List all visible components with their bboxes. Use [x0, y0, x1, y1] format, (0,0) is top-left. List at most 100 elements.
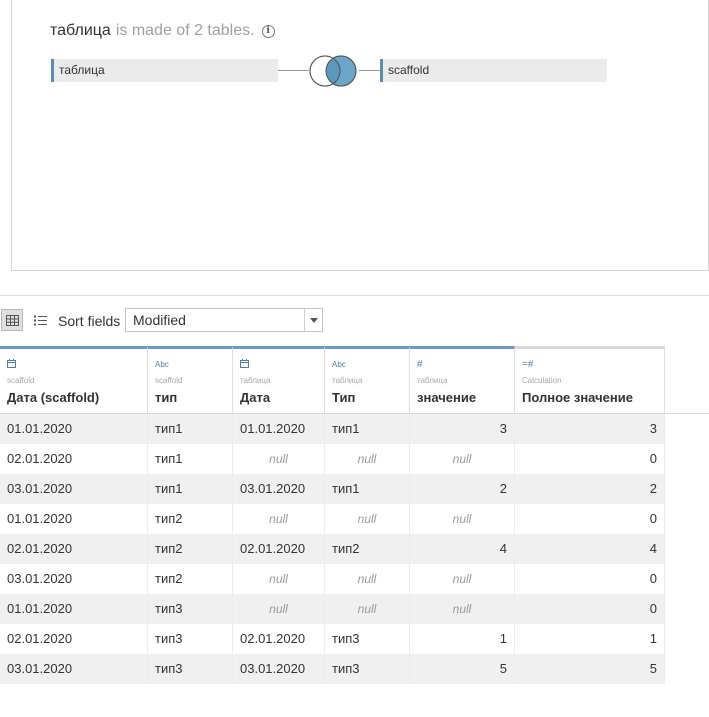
row-filler [665, 414, 709, 444]
row-filler [665, 654, 709, 684]
column-name: Полное значение [522, 390, 633, 405]
table-cell[interactable]: 01.01.2020 [0, 414, 148, 444]
table-cell[interactable]: 1 [410, 624, 515, 654]
null-cell[interactable]: null [233, 504, 325, 534]
table-cell[interactable]: 03.01.2020 [0, 654, 148, 684]
table-cell[interactable]: 02.01.2020 [0, 444, 148, 474]
column-header[interactable]: Abc таблица Тип [325, 346, 410, 414]
null-cell[interactable]: null [233, 564, 325, 594]
table-cell[interactable]: 4 [410, 534, 515, 564]
dropdown-caret[interactable] [304, 309, 322, 331]
table-cell[interactable]: 03.01.2020 [233, 654, 325, 684]
column-name: Дата (scaffold) [7, 390, 100, 405]
number-type-icon[interactable]: # [417, 359, 507, 370]
row-filler [665, 624, 709, 654]
table-cell[interactable]: 2 [515, 474, 665, 504]
table-cell[interactable]: тип2 [325, 534, 410, 564]
table-row: 03.01.2020 тип2 null null null 0 [0, 564, 709, 594]
null-cell[interactable]: null [410, 594, 515, 624]
table-row: 01.01.2020 тип3 null null null 0 [0, 594, 709, 624]
column-name: Дата [240, 390, 271, 405]
table-cell[interactable]: 03.01.2020 [0, 474, 148, 504]
table-cell[interactable]: тип1 [325, 414, 410, 444]
table-cell[interactable]: 0 [515, 594, 665, 624]
list-view-button[interactable] [29, 309, 51, 331]
table-cell[interactable]: тип1 [325, 474, 410, 504]
table-cell[interactable]: тип3 [148, 654, 233, 684]
table-cell[interactable]: 01.01.2020 [0, 504, 148, 534]
column-header[interactable]: таблица Дата [233, 346, 325, 414]
grid-view-button[interactable] [1, 309, 23, 331]
table-cell[interactable]: тип3 [148, 594, 233, 624]
column-header[interactable]: =# Calculation Полное значение [515, 346, 665, 414]
column-source: scaffold [7, 376, 35, 385]
toolbar-separator [0, 295, 709, 296]
table-row: 03.01.2020 тип1 03.01.2020 тип1 2 2 [0, 474, 709, 504]
table-cell[interactable]: 01.01.2020 [233, 414, 325, 444]
table-cell[interactable]: тип1 [148, 414, 233, 444]
table-cell[interactable]: 0 [515, 504, 665, 534]
column-header[interactable]: Abc scaffold тип [148, 346, 233, 414]
null-cell[interactable]: null [233, 444, 325, 474]
table-cell[interactable]: 5 [410, 654, 515, 684]
calculated-number-type-icon[interactable]: =# [522, 359, 657, 370]
column-header[interactable]: # таблица значение [410, 346, 515, 414]
date-type-icon[interactable] [7, 359, 140, 370]
table-cell[interactable]: 02.01.2020 [0, 534, 148, 564]
date-type-icon[interactable] [240, 359, 317, 370]
datasource-description: is made of 2 tables. [115, 22, 255, 39]
table-cell[interactable]: 1 [515, 624, 665, 654]
table-cell[interactable]: 02.01.2020 [0, 624, 148, 654]
table-cell[interactable]: 3 [515, 414, 665, 444]
data-grid: scaffold Дата (scaffold) Abc scaffold тип таб… [0, 346, 709, 684]
row-filler [665, 474, 709, 504]
table-cell[interactable]: 03.01.2020 [0, 564, 148, 594]
string-type-icon[interactable]: Abc [332, 359, 402, 370]
sort-fields-select[interactable]: Modified [125, 308, 323, 332]
table-cell[interactable]: тип1 [148, 474, 233, 504]
null-cell[interactable]: null [325, 564, 410, 594]
column-header[interactable]: scaffold Дата (scaffold) [0, 346, 148, 414]
table-cell[interactable]: тип3 [148, 624, 233, 654]
sort-fields-value: Modified [133, 312, 186, 328]
table-row: 01.01.2020 тип2 null null null 0 [0, 504, 709, 534]
table-row: 02.01.2020 тип3 02.01.2020 тип3 1 1 [0, 624, 709, 654]
null-cell[interactable]: null [410, 504, 515, 534]
column-source: таблица [417, 376, 448, 385]
table-cell[interactable]: 01.01.2020 [0, 594, 148, 624]
info-icon[interactable]: i [261, 24, 275, 38]
right-table-box[interactable]: scaffold [380, 59, 607, 82]
table-cell[interactable]: 3 [410, 414, 515, 444]
table-cell[interactable]: тип2 [148, 534, 233, 564]
table-cell[interactable]: тип3 [325, 654, 410, 684]
table-cell[interactable]: 5 [515, 654, 665, 684]
null-cell[interactable]: null [410, 444, 515, 474]
table-cell[interactable]: 03.01.2020 [233, 474, 325, 504]
table-cell[interactable]: тип2 [148, 504, 233, 534]
grid-body: 01.01.2020 тип1 01.01.2020 тип1 3 3 02.01.2020… [0, 414, 709, 684]
grid-header: scaffold Дата (scaffold) Abc scaffold тип таб… [0, 346, 709, 414]
table-cell[interactable]: 0 [515, 444, 665, 474]
table-cell[interactable]: тип2 [148, 564, 233, 594]
row-filler [665, 534, 709, 564]
chevron-down-icon [309, 317, 318, 323]
join-line-left [278, 70, 309, 71]
table-cell[interactable]: 0 [515, 564, 665, 594]
string-type-icon[interactable]: Abc [155, 359, 225, 370]
table-cell[interactable]: 2 [410, 474, 515, 504]
table-cell[interactable]: 4 [515, 534, 665, 564]
null-cell[interactable]: null [325, 504, 410, 534]
table-cell[interactable]: 02.01.2020 [233, 624, 325, 654]
canvas-title: таблица is made of 2 tables. i [50, 22, 275, 40]
table-cell[interactable]: тип3 [325, 624, 410, 654]
column-source: scaffold [155, 376, 183, 385]
null-cell[interactable]: null [233, 594, 325, 624]
full-outer-join-icon[interactable] [309, 55, 359, 87]
left-table-box[interactable]: таблица [51, 59, 278, 82]
table-cell[interactable]: тип1 [148, 444, 233, 474]
null-cell[interactable]: null [325, 594, 410, 624]
null-cell[interactable]: null [410, 564, 515, 594]
table-cell[interactable]: 02.01.2020 [233, 534, 325, 564]
null-cell[interactable]: null [325, 444, 410, 474]
column-source: таблица [332, 376, 363, 385]
